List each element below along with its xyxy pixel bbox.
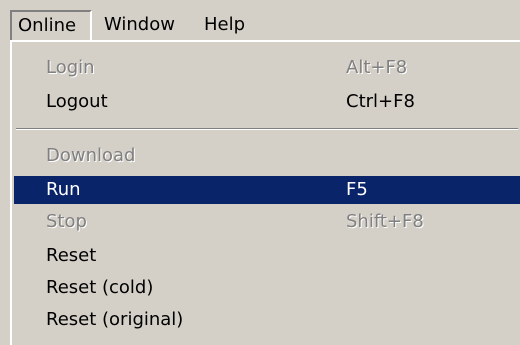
menu-item-shortcut: Ctrl+F8 (346, 91, 415, 112)
menu-item-label: Reset (46, 245, 97, 266)
menu-item-stop: Stop Shift+F8 (14, 208, 520, 236)
menu-item-login: Login Alt+F8 (14, 54, 520, 82)
menu-item-shortcut: Shift+F8 (346, 211, 424, 232)
menu-item-reset-original[interactable]: Reset (original) (14, 306, 520, 334)
menu-item-label: Logout (46, 91, 108, 112)
menu-bar: Online Window Help (0, 0, 520, 40)
menu-item-label: Reset (cold) (46, 277, 154, 298)
menu-help[interactable]: Help (196, 10, 253, 40)
menu-online[interactable]: Online (10, 10, 92, 40)
menu-item-shortcut: F5 (346, 179, 368, 200)
menu-item-reset[interactable]: Reset (14, 242, 520, 270)
menu-item-label: Download (46, 145, 136, 166)
menu-item-label: Run (46, 179, 81, 200)
menu-item-label: Login (46, 57, 95, 78)
menu-separator (16, 128, 518, 130)
menu-item-shortcut: Alt+F8 (346, 57, 408, 78)
menu-item-label: Reset (original) (46, 309, 184, 330)
menu-item-run[interactable]: Run F5 (14, 176, 520, 204)
menu-item-reset-cold[interactable]: Reset (cold) (14, 274, 520, 302)
app-window: Online Window Help Login Alt+F8 Logout C… (0, 0, 520, 345)
menu-window[interactable]: Window (96, 10, 183, 40)
menu-item-download: Download (14, 142, 520, 170)
menu-item-label: Stop (46, 211, 87, 232)
online-dropdown-menu: Login Alt+F8 Logout Ctrl+F8 Download Run… (10, 40, 520, 345)
menu-item-logout[interactable]: Logout Ctrl+F8 (14, 88, 520, 116)
